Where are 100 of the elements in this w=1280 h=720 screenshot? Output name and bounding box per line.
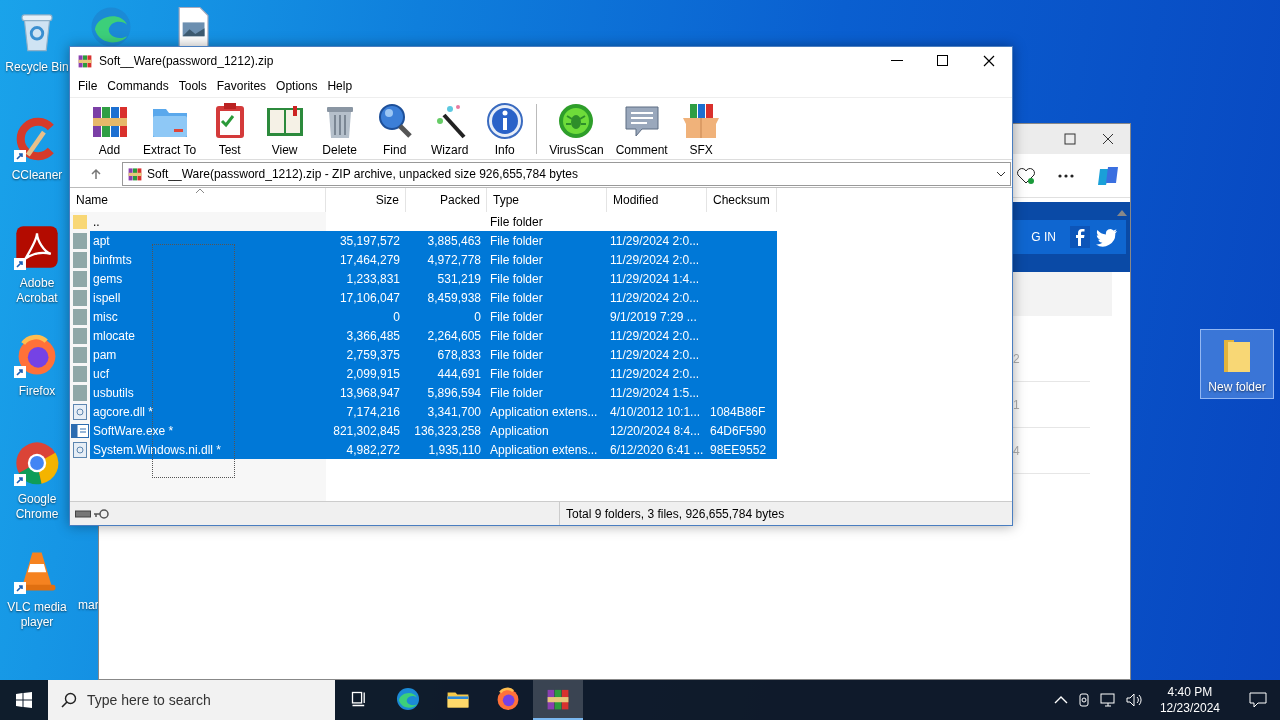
menu-item[interactable]: Help <box>322 79 358 93</box>
more-icon[interactable] <box>1058 173 1074 178</box>
menu-item[interactable]: File <box>73 79 103 93</box>
chrome-icon <box>14 440 60 486</box>
winrar-icon <box>77 53 93 69</box>
modified-cell-text: 4/10/2012 10:1... <box>609 403 702 421</box>
column-header[interactable]: Checksum <box>707 188 777 212</box>
file-name: System.Windows.ni.dll * <box>92 441 223 459</box>
up-arrow-icon <box>90 167 102 180</box>
file-gear-icon <box>73 403 87 420</box>
menu-item[interactable]: Commands <box>102 79 174 93</box>
firefox-icon <box>495 686 521 712</box>
file-name: ispell <box>92 289 122 307</box>
size-cell-text: 7,174,216 <box>345 403 401 421</box>
packed-cell-text: 0 <box>473 308 482 326</box>
column-header[interactable]: Modified <box>607 188 707 212</box>
drive-icon[interactable] <box>75 509 91 518</box>
file-row[interactable]: gems 1,233,831 531,219 File folder 11/29/2024 1:4... <box>90 269 777 288</box>
menu-item[interactable]: Tools <box>173 79 212 93</box>
file-row[interactable]: apt 35,197,572 3,885,463 File folder 11/29/2024 2:0... <box>90 231 777 250</box>
chevron-up-icon[interactable] <box>1053 695 1068 705</box>
packed-cell-text: 444,691 <box>436 365 482 383</box>
row-number: 4 <box>1013 443 1020 458</box>
modified-cell-text: 11/29/2024 2:0... <box>609 289 701 307</box>
network-icon[interactable] <box>1099 692 1118 708</box>
chevron-down-icon[interactable] <box>996 170 1006 177</box>
folder-icon <box>73 251 87 268</box>
size-cell-text: 35,197,572 <box>338 232 401 250</box>
taskbar-app-button[interactable] <box>533 680 583 720</box>
toolbar-button[interactable]: Wizard <box>424 100 476 157</box>
file-name: binfmts <box>92 251 133 269</box>
file-row[interactable]: usbutils 13,968,947 5,896,594 File folder 11/29/2024 1:5... <box>90 383 777 402</box>
folder-icon <box>73 289 87 306</box>
file-name: .. <box>92 213 101 231</box>
twitter-icon[interactable] <box>1096 227 1118 247</box>
winrar-icon <box>127 165 143 182</box>
checksum-cell-text: 1084B86F <box>709 403 767 421</box>
type-cell-text: File folder <box>489 346 544 364</box>
login-link[interactable]: G IN <box>1031 230 1056 244</box>
modified-cell-text: 6/12/2020 6:41 ... <box>609 441 705 459</box>
toolbar-button[interactable]: SFX <box>675 100 727 157</box>
file-name: usbutils <box>92 384 135 402</box>
desktop-folder-item[interactable]: New folder <box>1200 329 1274 399</box>
file-row[interactable]: pam 2,759,375 678,833 File folder 11/29/2024 2:0... <box>90 345 777 364</box>
folder-icon <box>73 232 87 249</box>
packed-cell-text: 5,896,594 <box>426 384 482 402</box>
file-name: ucf <box>92 365 110 383</box>
close-icon[interactable] <box>1102 133 1114 145</box>
modified-cell-text: 12/20/2024 8:4... <box>609 422 702 440</box>
toolbar-button[interactable]: Delete <box>314 100 366 157</box>
column-header[interactable]: Type <box>487 188 607 212</box>
column-header[interactable]: Name <box>70 188 326 212</box>
acrobat-icon <box>14 224 60 270</box>
modified-cell-text: 11/29/2024 2:0... <box>609 327 701 345</box>
toolbar-button[interactable]: View <box>259 100 311 157</box>
checksum-cell-text: 64D6F590 <box>709 422 768 440</box>
toolbar-button[interactable]: Info <box>479 100 531 157</box>
size-cell-text: 17,106,047 <box>338 289 401 307</box>
type-cell-text: Application extens... <box>489 441 599 459</box>
clock[interactable]: 4:40 PM 12/23/2024 <box>1151 684 1228 716</box>
file-row[interactable]: mlocate 3,366,485 2,264,605 File folder 11/29/2024 2:0... <box>90 326 777 345</box>
file-row[interactable]: binfmts 17,464,279 4,972,778 File folder 11/29/2024 2:0... <box>90 250 777 269</box>
packed-cell-text: 4,972,778 <box>426 251 482 269</box>
toolbar-button[interactable]: Test <box>204 100 256 157</box>
maximize-icon <box>937 55 949 67</box>
size-cell-text: 13,968,947 <box>338 384 401 402</box>
column-header[interactable]: Packed <box>406 188 487 212</box>
file-row[interactable]: System.Windows.ni.dll * 4,982,272 1,935,110 Application extens... 6/12/2020 6:41 ... 98EE9552 <box>90 440 777 459</box>
facebook-icon[interactable] <box>1070 226 1090 248</box>
toolbar-button[interactable]: Comment <box>611 100 672 157</box>
packed-cell-text: 678,833 <box>436 346 482 364</box>
file-name: misc <box>92 308 119 326</box>
address-field[interactable]: Soft__Ware(password_1212).zip - ZIP archive, unpacked size 926,655,784 bytes <box>122 161 1011 186</box>
file-row[interactable]: ucf 2,099,915 444,691 File folder 11/29/2024 2:0... <box>90 364 777 383</box>
size-cell-text: 3,366,485 <box>345 327 401 345</box>
checksum-cell-text: 98EE9552 <box>709 441 768 459</box>
menu-item[interactable]: Favorites <box>211 79 272 93</box>
file-name: apt <box>92 232 111 250</box>
maximize-icon[interactable] <box>1064 133 1076 145</box>
toolbar-button[interactable]: VirusScan <box>545 100 608 157</box>
folder-icon <box>73 384 87 401</box>
modified-cell-text: 11/29/2024 2:0... <box>609 232 701 250</box>
menu-item[interactable]: Options <box>271 79 323 93</box>
file-row[interactable]: ispell 17,106,047 8,459,938 File folder 11/29/2024 2:0... <box>90 288 777 307</box>
toolbar-button[interactable]: Add <box>84 100 135 157</box>
toolbar-button[interactable]: Find <box>369 100 421 157</box>
file-row[interactable]: SoftWare.exe * 821,302,845 136,323,258 Application 12/20/2024 8:4... 64D6F590 <box>90 421 777 440</box>
toolbar-button[interactable]: Extract To <box>139 100 201 157</box>
file-name: gems <box>92 270 124 288</box>
column-header[interactable]: Size <box>326 188 406 212</box>
file-row[interactable]: misc 0 0 File folder 9/1/2019 7:29 ... <box>90 307 777 326</box>
file-row[interactable]: .. File folder <box>90 212 777 231</box>
packed-cell-text: 2,264,605 <box>426 327 482 345</box>
heart-pulse-icon[interactable] <box>1016 166 1036 185</box>
modified-cell-text: 11/29/2024 2:0... <box>609 346 701 364</box>
file-row[interactable]: agcore.dll * 7,174,216 3,341,700 Application extens... 4/10/2012 10:1... 1084B86F <box>90 402 777 421</box>
key-icon[interactable] <box>93 508 109 519</box>
search-field[interactable]: Type here to search <box>48 680 335 720</box>
volume-icon[interactable] <box>1125 692 1144 708</box>
type-cell-text: File folder <box>489 251 544 269</box>
